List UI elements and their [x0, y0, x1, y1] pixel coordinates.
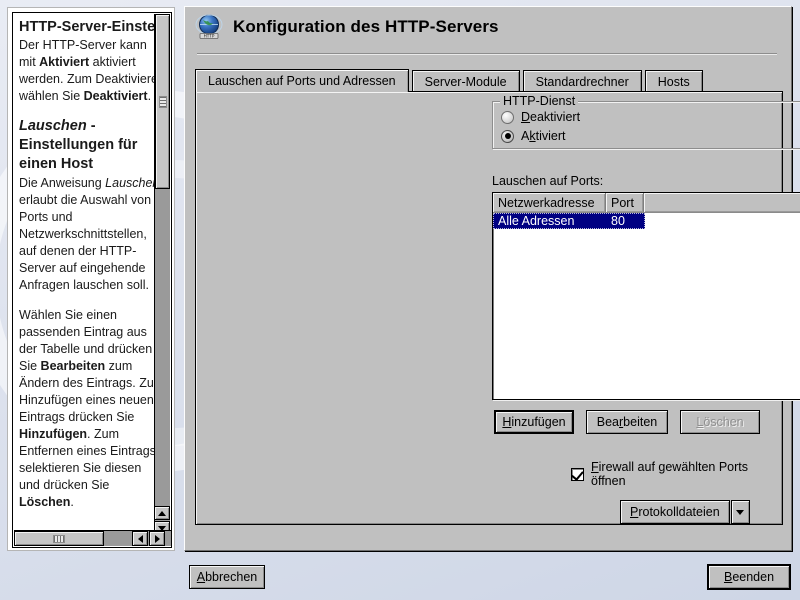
cancel-button[interactable]: Abbrechen [189, 565, 265, 589]
help-sidebar: HTTP-Server-Einste Der HTTP-Server kann … [8, 8, 174, 550]
log-files-split-button[interactable]: Protokolldateien [620, 500, 750, 524]
help-horizontal-scrollbar[interactable] [14, 530, 171, 546]
radio-label-enabled: Aktiviert [521, 129, 565, 143]
mnemonic-letter: F [591, 460, 599, 474]
http-globe-icon: HTTP [195, 13, 223, 41]
tab-server-modules[interactable]: Server-Module [412, 70, 520, 92]
help-p1-bold-deaktiviert: Deaktiviert [84, 89, 148, 103]
delete-button: Löschen [680, 410, 760, 434]
help-p3-bold-bearbeiten: Bearbeiten [41, 359, 106, 373]
help-paragraph-2: Die Anweisung Lauschen erlaubt die Auswa… [19, 175, 165, 294]
help-vertical-scrollbar-thumb[interactable] [155, 14, 170, 189]
tab-default-host[interactable]: Standardrechner [523, 70, 642, 92]
help-p2-part2: erlaubt die Auswahl von Ports und Netzwe… [19, 193, 151, 292]
help-p2-part1: Die Anweisung [19, 176, 105, 190]
help-vertical-scrollbar[interactable] [154, 14, 170, 532]
help-p3-bold-hinzufuegen: Hinzufügen [19, 427, 87, 441]
help-sidebar-content: HTTP-Server-Einste Der HTTP-Server kann … [12, 12, 172, 548]
tab-label: Lauschen auf Ports und Adressen [208, 74, 396, 88]
tab-label: Hosts [658, 75, 690, 89]
triangle-left-icon [138, 535, 143, 543]
svg-text:HTTP: HTTP [204, 34, 215, 39]
cell-address: Alle Adressen [493, 214, 606, 228]
tab-label: Standardrechner [536, 75, 629, 89]
http-service-groupbox: HTTP-Dienst Deaktiviert Aktiviert [492, 101, 800, 149]
main-panel: HTTP Konfiguration des HTTP-Servers Laus… [184, 6, 792, 551]
help-heading-emphasis: Lauschen [19, 118, 87, 134]
help-paragraph-4: Passen Sie die Firewall mithilfe von Fir… [19, 524, 165, 525]
page-title: Konfiguration des HTTP-Servers [233, 17, 499, 37]
mnemonic-letter: H [502, 415, 511, 429]
ports-table-header: Netzwerkadresse Port [493, 193, 800, 213]
log-files-button[interactable]: Protokolldateien [620, 500, 730, 524]
scrollbar-grip-icon [159, 96, 167, 108]
triangle-right-icon [155, 535, 160, 543]
mnemonic-letter: L [696, 415, 703, 429]
help-paragraph-3: Wählen Sie einen passenden Eintrag aus d… [19, 307, 165, 511]
help-p3-part4: . [70, 495, 73, 509]
tab-label: Server-Module [425, 75, 507, 89]
mnemonic-letter: B [724, 570, 732, 584]
column-header-address[interactable]: Netzwerkadresse [493, 193, 606, 212]
ports-table[interactable]: Netzwerkadresse Port Alle Adressen 80 [492, 192, 800, 400]
label-rest: beiten [623, 415, 657, 429]
column-header-filler[interactable] [644, 193, 800, 212]
radio-option-enabled[interactable]: Aktiviert [501, 129, 565, 143]
tab-bar: Lauschen auf Ports und Adressen Server-M… [195, 69, 783, 92]
help-paragraph-1: Der HTTP-Server kann mit Aktiviert aktiv… [19, 37, 165, 105]
radio-icon-unselected [501, 111, 514, 124]
radio-label-disabled: Deaktiviert [521, 110, 580, 124]
scrollbar-grip-icon [53, 535, 65, 543]
label-rest: eenden [732, 570, 774, 584]
ports-table-label: Lauschen auf Ports: [492, 174, 603, 188]
label-rest: tiviert [536, 129, 566, 143]
help-p1-part3: . [148, 89, 151, 103]
help-text-body: HTTP-Server-Einste Der HTTP-Server kann … [19, 15, 165, 525]
help-p1-bold-aktiviert: Aktiviert [39, 55, 89, 69]
label-rest: öschen [703, 415, 743, 429]
add-button[interactable]: Hinzufügen [494, 410, 574, 434]
table-action-buttons: Hinzufügen Bearbeiten Löschen [494, 410, 760, 434]
radio-option-disabled[interactable]: Deaktiviert [501, 110, 580, 124]
help-scroll-right-button[interactable] [149, 531, 165, 546]
label-prefix: Bea [597, 415, 619, 429]
help-p2-italic-lauschen: Lauschen [105, 176, 159, 190]
tab-listen-ports-addresses[interactable]: Lauschen auf Ports und Adressen [195, 69, 409, 92]
help-heading-primary: HTTP-Server-Einste [19, 19, 165, 36]
help-p3-bold-loeschen: Löschen [19, 495, 70, 509]
cell-port: 80 [606, 214, 644, 228]
label-rest: eaktiviert [530, 110, 580, 124]
finish-button[interactable]: Beenden [707, 564, 791, 590]
edit-button[interactable]: Bearbeiten [586, 410, 668, 434]
help-scroll-up-button[interactable] [154, 506, 170, 520]
help-horizontal-scrollbar-thumb[interactable] [14, 531, 104, 546]
label-rest: irewall auf gewählten Ports öffnen [591, 460, 748, 488]
label-rest: inzufügen [511, 415, 565, 429]
log-files-dropdown-button[interactable] [731, 500, 750, 524]
table-row[interactable]: Alle Adressen 80 [493, 213, 645, 229]
label-rest: bbrechen [205, 570, 257, 584]
chevron-down-icon [736, 510, 744, 515]
column-header-port[interactable]: Port [606, 193, 644, 212]
checkbox-icon-checked [571, 468, 584, 481]
help-scroll-left-button[interactable] [132, 531, 148, 546]
label-rest: rotokolldateien [638, 505, 719, 519]
tab-hosts[interactable]: Hosts [645, 70, 703, 92]
mnemonic-letter: D [521, 110, 530, 124]
firewall-checkbox-label: Firewall auf gewählten Ports öffnen [591, 460, 782, 488]
triangle-up-icon [158, 511, 166, 516]
page-header: HTTP Konfiguration des HTTP-Servers [195, 13, 499, 41]
mnemonic-letter: P [630, 505, 638, 519]
http-service-legend: HTTP-Dienst [500, 94, 578, 108]
firewall-checkbox-row[interactable]: Firewall auf gewählten Ports öffnen [571, 460, 782, 488]
help-heading-secondary: Lauschen - Einstellungen für einen Host [19, 117, 165, 174]
mnemonic-letter: A [197, 570, 205, 584]
tab-panel-listen-ports: HTTP-Dienst Deaktiviert Aktiviert Lausch… [195, 91, 783, 525]
radio-icon-selected [501, 130, 514, 143]
header-divider [197, 53, 777, 55]
